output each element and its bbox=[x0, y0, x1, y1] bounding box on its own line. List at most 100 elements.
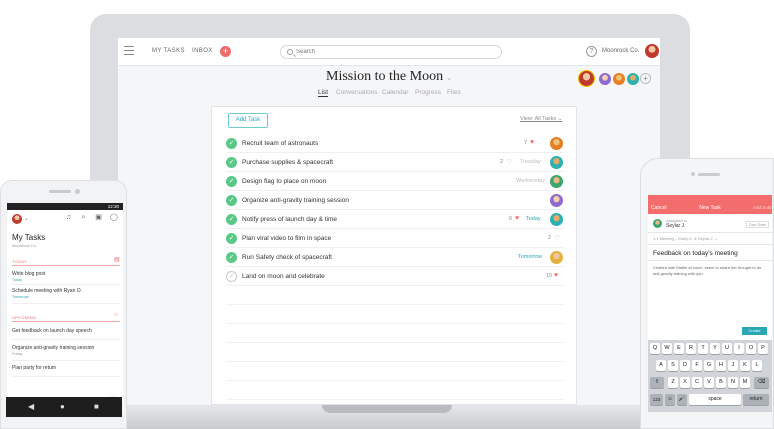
task-row[interactable]: ✓ Land on moon and celebrate 10 ♥ bbox=[226, 267, 564, 286]
bell-icon[interactable]: ♫ bbox=[65, 214, 72, 222]
heart-icon[interactable]: ♥ bbox=[554, 272, 558, 279]
key[interactable]: M bbox=[740, 377, 750, 388]
task-title-field[interactable]: Feedback on today's meeting bbox=[653, 250, 738, 257]
header-action[interactable]: Add Subt bbox=[753, 205, 772, 210]
task-row[interactable]: ✓ Recruit team of astronauts 7 ♥ bbox=[226, 134, 564, 153]
check-icon[interactable]: ✓ bbox=[226, 233, 237, 244]
task-row[interactable]: ✓ Organize anti-gravity training session bbox=[226, 191, 564, 210]
key[interactable]: D bbox=[680, 360, 690, 371]
empty-task-row[interactable] bbox=[226, 381, 564, 400]
due-date[interactable]: Today bbox=[526, 216, 541, 222]
search-bar[interactable] bbox=[280, 45, 502, 59]
assignee-name[interactable]: Seylar J. bbox=[666, 223, 685, 229]
search-input[interactable] bbox=[296, 47, 496, 57]
task-name[interactable]: Land on moon and celebrate bbox=[242, 273, 325, 280]
heart-outline-icon[interactable]: ♡ bbox=[554, 234, 560, 242]
due-date[interactable]: Tomorrow bbox=[518, 254, 542, 260]
key[interactable]: H bbox=[716, 360, 726, 371]
task-name[interactable]: Notify press of launch day & time bbox=[242, 216, 337, 223]
key[interactable]: L bbox=[752, 360, 762, 371]
task-name[interactable]: Organize anti-gravity training session bbox=[242, 197, 349, 204]
key[interactable]: Q bbox=[650, 343, 660, 354]
inbox-icon[interactable]: ▣ bbox=[95, 214, 102, 222]
assignee-avatar[interactable] bbox=[550, 213, 563, 226]
return-key[interactable]: return bbox=[743, 394, 769, 405]
key[interactable]: F bbox=[692, 360, 702, 371]
numbers-key[interactable]: 123 bbox=[650, 394, 663, 405]
check-icon[interactable]: ✓ bbox=[226, 214, 237, 225]
project-selector[interactable]: 1:1 Meeting – Emily K. & Seylar J. ⌄ bbox=[653, 236, 718, 241]
empty-task-row[interactable] bbox=[226, 324, 564, 343]
task-row[interactable]: ✓ Design flag to place on moon Wednesday bbox=[226, 172, 564, 191]
task-row[interactable]: ✓ Run Safety check of spacecraft Tomorro… bbox=[226, 248, 564, 267]
shift-key[interactable]: ⇧ bbox=[650, 377, 664, 388]
project-member-avatar[interactable] bbox=[627, 73, 639, 85]
empty-task-row[interactable] bbox=[226, 305, 564, 324]
key[interactable]: W bbox=[662, 343, 672, 354]
emoji-key[interactable]: ☺ bbox=[665, 394, 675, 405]
description-field[interactable]: Chatted with Mattie at lunch, seem to sh… bbox=[653, 265, 763, 277]
chat-icon[interactable]: ◯ bbox=[110, 214, 118, 222]
key[interactable]: C bbox=[692, 377, 702, 388]
task-name[interactable]: Plan viral video to film in space bbox=[242, 235, 331, 242]
check-icon[interactable]: ✓ bbox=[226, 157, 237, 168]
task-name[interactable]: Purchase supplies & spacecraft bbox=[242, 159, 333, 166]
assignee-avatar[interactable] bbox=[550, 251, 563, 264]
calendar-icon[interactable]: ▤ bbox=[114, 256, 120, 263]
list-item[interactable]: Write blog post Today bbox=[12, 271, 120, 285]
tab-progress[interactable]: Progress bbox=[415, 89, 441, 96]
key[interactable]: A bbox=[656, 360, 666, 371]
heart-outline-icon[interactable]: ♡ bbox=[506, 158, 512, 166]
project-member-avatar[interactable] bbox=[599, 73, 611, 85]
key[interactable]: S bbox=[668, 360, 678, 371]
recent-apps-icon[interactable]: ■ bbox=[94, 402, 99, 411]
project-member-avatar[interactable] bbox=[578, 70, 595, 87]
key[interactable]: P bbox=[758, 343, 768, 354]
key[interactable]: E bbox=[674, 343, 684, 354]
key[interactable]: R bbox=[686, 343, 696, 354]
quick-add-button[interactable]: + bbox=[220, 46, 231, 57]
space-key[interactable]: space bbox=[689, 394, 741, 405]
task-name[interactable]: Recruit team of astronauts bbox=[242, 140, 318, 147]
task-name[interactable]: Design flag to place on moon bbox=[242, 178, 326, 185]
add-member-button[interactable]: + bbox=[640, 73, 651, 84]
key[interactable]: K bbox=[740, 360, 750, 371]
back-icon[interactable]: ◀ bbox=[28, 402, 34, 411]
chevron-down-icon[interactable]: ⌄ bbox=[446, 74, 452, 82]
task-row[interactable]: ✓ Purchase supplies & spacecraft 2 ♡ Tue… bbox=[226, 153, 564, 172]
empty-task-row[interactable] bbox=[226, 343, 564, 362]
key[interactable]: T bbox=[698, 343, 708, 354]
list-item[interactable]: Organize anti-gravity training session F… bbox=[12, 345, 120, 361]
empty-task-row[interactable] bbox=[226, 286, 564, 305]
user-avatar[interactable] bbox=[12, 214, 22, 224]
key[interactable]: Y bbox=[710, 343, 720, 354]
key[interactable]: Z bbox=[668, 377, 678, 388]
add-task-button[interactable]: Add Task bbox=[228, 113, 268, 128]
key[interactable]: V bbox=[704, 377, 714, 388]
key[interactable]: U bbox=[722, 343, 732, 354]
list-item[interactable]: Get feedback on launch day speech bbox=[12, 328, 120, 340]
help-icon[interactable]: ? bbox=[586, 46, 597, 57]
check-icon[interactable]: ✓ bbox=[226, 138, 237, 149]
project-member-avatar[interactable] bbox=[613, 73, 625, 85]
create-button[interactable]: Create bbox=[742, 327, 767, 335]
mic-key[interactable]: 🎤 bbox=[677, 394, 687, 405]
check-open-icon[interactable]: ✓ bbox=[226, 271, 237, 282]
key[interactable]: G bbox=[704, 360, 714, 371]
check-icon[interactable]: ✓ bbox=[226, 176, 237, 187]
task-name[interactable]: Run Safety check of spacecraft bbox=[242, 254, 332, 261]
heart-icon[interactable]: ♥ bbox=[515, 215, 519, 222]
backspace-key[interactable]: ⌫ bbox=[754, 377, 769, 388]
tab-conversations[interactable]: Conversations bbox=[336, 89, 378, 96]
due-date[interactable]: Wednesday bbox=[516, 178, 545, 184]
assignee-avatar[interactable] bbox=[653, 219, 662, 228]
nav-inbox[interactable]: INBOX bbox=[192, 48, 213, 54]
key[interactable]: N bbox=[728, 377, 738, 388]
chevron-down-icon[interactable]: ⌄ bbox=[24, 215, 29, 222]
view-filter-dropdown[interactable]: View: All Tasks ⌄ bbox=[520, 116, 562, 122]
search-icon[interactable]: ⌕ bbox=[80, 214, 87, 222]
assignee-avatar[interactable] bbox=[550, 175, 563, 188]
menu-icon[interactable] bbox=[124, 46, 134, 55]
key[interactable]: X bbox=[680, 377, 690, 388]
tab-calendar[interactable]: Calendar bbox=[382, 89, 408, 96]
